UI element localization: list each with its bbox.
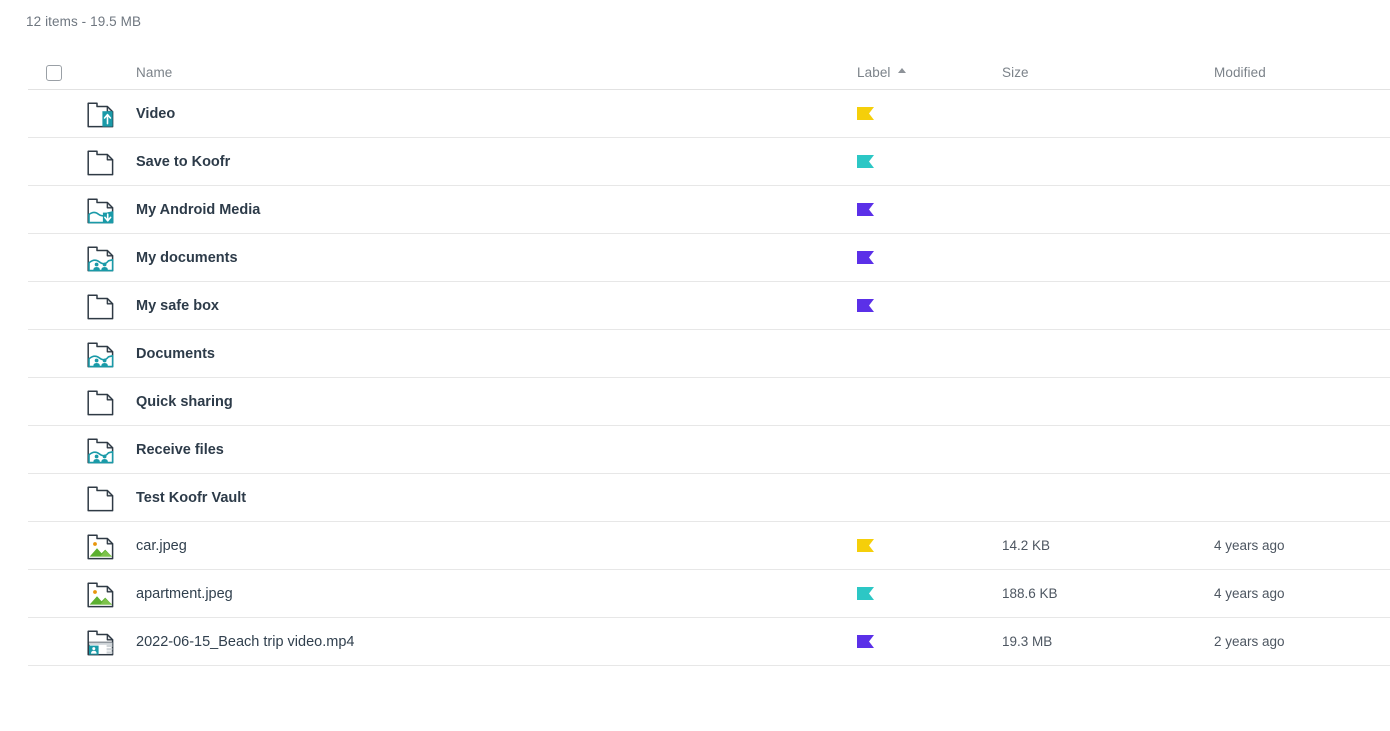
table-row[interactable]: My documents (28, 234, 1390, 282)
column-header-size[interactable]: Size (1002, 65, 1214, 80)
row-name-label: My documents (136, 249, 238, 266)
table-row[interactable]: Receive files (28, 426, 1390, 474)
table-row[interactable]: apartment.jpeg 188.6 KB 4 years ago (28, 570, 1390, 618)
row-modified-label: 4 years ago (1214, 586, 1285, 601)
table-row[interactable]: car.jpeg 14.2 KB 4 years ago (28, 522, 1390, 570)
column-header-label[interactable]: Label (857, 65, 1002, 80)
image-file-icon (80, 530, 122, 562)
row-size-cell: 188.6 KB (1002, 586, 1214, 601)
row-size-label: 14.2 KB (1002, 538, 1051, 553)
video-file-icon (80, 626, 122, 658)
row-size-cell: 14.2 KB (1002, 538, 1214, 553)
row-name-label: Documents (136, 345, 215, 362)
table-body: Video Save to Koofr My Android Media My doc… (28, 90, 1390, 666)
file-list-table: Name Label Size Modified Video Save to Ko… (28, 56, 1390, 666)
row-name-cell[interactable]: apartment.jpeg (122, 586, 857, 602)
table-header-row: Name Label Size Modified (28, 56, 1390, 90)
column-header-name[interactable]: Name (122, 65, 857, 80)
sort-ascending-icon (897, 68, 906, 73)
row-name-label: Test Koofr Vault (136, 489, 247, 506)
table-row[interactable]: Documents (28, 330, 1390, 378)
row-name-label: Save to Koofr (136, 153, 231, 170)
document-icon (80, 386, 122, 418)
document-shared-icon (80, 338, 122, 370)
label-tag-icon (857, 587, 874, 600)
row-name-cell[interactable]: My safe box (122, 298, 857, 314)
document-upload-icon (80, 98, 122, 130)
table-row[interactable]: My Android Media (28, 186, 1390, 234)
row-label-cell[interactable] (857, 539, 1002, 552)
document-icon (80, 290, 122, 322)
label-tag-icon (857, 203, 874, 216)
label-tag-icon (857, 299, 874, 312)
row-name-label: 2022-06-15_Beach trip video.mp4 (136, 633, 355, 650)
select-all-checkbox[interactable] (46, 64, 62, 81)
table-row[interactable]: Test Koofr Vault (28, 474, 1390, 522)
label-tag-icon (857, 155, 874, 168)
row-label-cell[interactable] (857, 107, 1002, 120)
row-size-label: 188.6 KB (1002, 586, 1058, 601)
column-header-modified-label: Modified (1214, 65, 1266, 80)
row-modified-label: 4 years ago (1214, 538, 1285, 553)
row-name-label: My safe box (136, 297, 219, 314)
row-label-cell[interactable] (857, 155, 1002, 168)
row-name-label: My Android Media (136, 201, 261, 218)
document-icon (80, 146, 122, 178)
row-name-label: Quick sharing (136, 393, 233, 410)
label-tag-icon (857, 635, 874, 648)
table-row[interactable]: Video (28, 90, 1390, 138)
row-name-cell[interactable]: Receive files (122, 442, 857, 458)
image-file-icon (80, 578, 122, 610)
row-label-cell[interactable] (857, 203, 1002, 216)
row-name-label: apartment.jpeg (136, 585, 233, 602)
column-header-size-label: Size (1002, 65, 1029, 80)
document-shared-icon (80, 242, 122, 274)
column-header-label-label: Label (857, 65, 891, 80)
document-icon (80, 482, 122, 514)
row-modified-cell: 4 years ago (1214, 586, 1390, 601)
row-name-label: car.jpeg (136, 537, 187, 554)
row-name-cell[interactable]: Documents (122, 346, 857, 362)
items-summary: 12 items - 19.5 MB (26, 14, 142, 29)
table-row[interactable]: 2022-06-15_Beach trip video.mp4 19.3 MB 2 … (28, 618, 1390, 666)
row-label-cell[interactable] (857, 635, 1002, 648)
row-modified-cell: 4 years ago (1214, 538, 1390, 553)
table-row[interactable]: My safe box (28, 282, 1390, 330)
row-label-cell[interactable] (857, 299, 1002, 312)
row-name-cell[interactable]: Test Koofr Vault (122, 490, 857, 506)
row-name-label: Video (136, 105, 176, 122)
row-modified-label: 2 years ago (1214, 634, 1285, 649)
file-browser-page: 12 items - 19.5 MB Name Label Size Modif… (0, 0, 1390, 731)
row-label-cell[interactable] (857, 587, 1002, 600)
select-all-cell[interactable] (28, 64, 80, 81)
column-header-modified[interactable]: Modified (1214, 65, 1390, 80)
row-name-cell[interactable]: Video (122, 106, 857, 122)
row-label-cell[interactable] (857, 251, 1002, 264)
table-row[interactable]: Quick sharing (28, 378, 1390, 426)
row-modified-cell: 2 years ago (1214, 634, 1390, 649)
row-name-cell[interactable]: car.jpeg (122, 538, 857, 554)
row-name-cell[interactable]: Save to Koofr (122, 154, 857, 170)
label-tag-icon (857, 539, 874, 552)
table-row[interactable]: Save to Koofr (28, 138, 1390, 186)
document-download-icon (80, 194, 122, 226)
label-tag-icon (857, 251, 874, 264)
label-tag-icon (857, 107, 874, 120)
row-name-label: Receive files (136, 441, 224, 458)
document-shared-icon (80, 434, 122, 466)
row-name-cell[interactable]: 2022-06-15_Beach trip video.mp4 (122, 634, 857, 650)
row-name-cell[interactable]: My Android Media (122, 202, 857, 218)
row-size-cell: 19.3 MB (1002, 634, 1214, 649)
row-name-cell[interactable]: My documents (122, 250, 857, 266)
row-name-cell[interactable]: Quick sharing (122, 394, 857, 410)
row-size-label: 19.3 MB (1002, 634, 1053, 649)
column-header-name-label: Name (136, 65, 173, 80)
